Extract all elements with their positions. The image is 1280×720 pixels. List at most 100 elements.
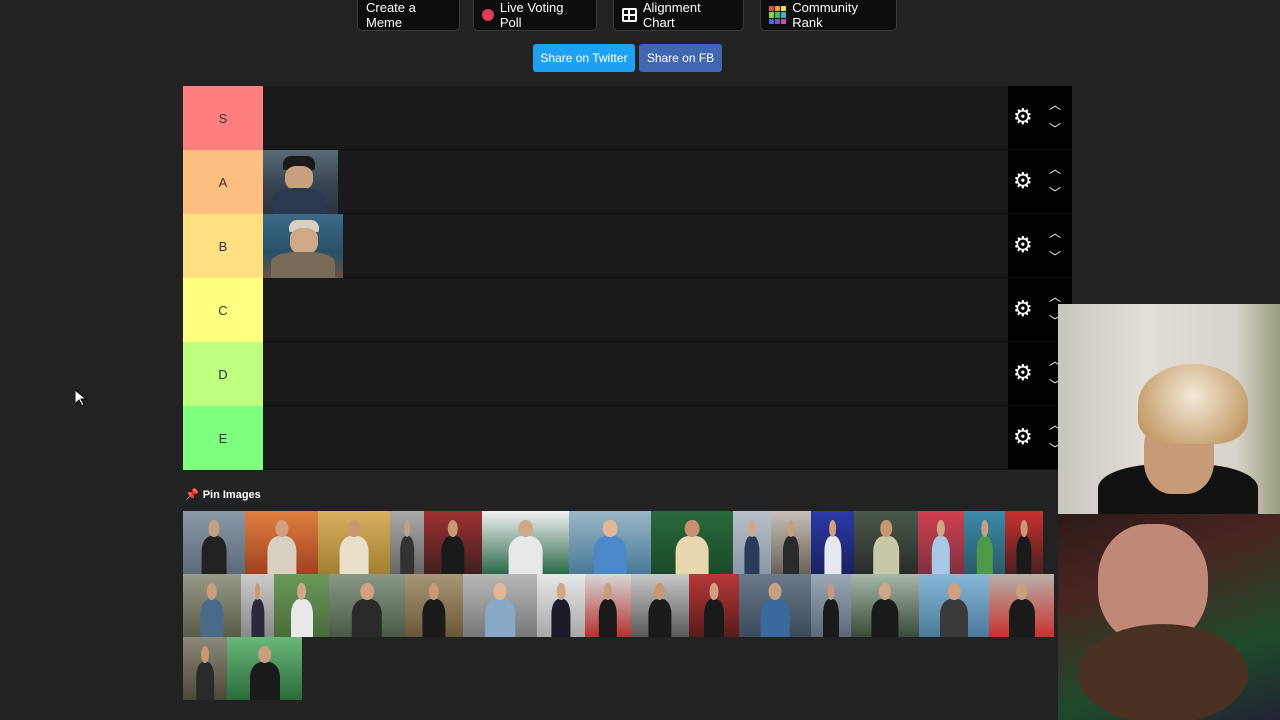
tier-label-b[interactable]: B [183, 214, 263, 278]
pool-image[interactable] [851, 574, 919, 637]
pool-image[interactable] [463, 574, 537, 637]
share-twitter-label: Share on Twitter [540, 51, 628, 65]
tier-row-a: A ⚙ ︿ ﹀ [183, 150, 1072, 214]
pool-image[interactable] [537, 574, 585, 637]
pool-image[interactable] [183, 511, 245, 574]
chevron-down-icon[interactable]: ﹀ [1046, 184, 1064, 201]
pool-image[interactable] [739, 574, 811, 637]
tier-label-text: B [218, 238, 228, 254]
face-shape [290, 228, 318, 254]
pool-image[interactable] [329, 574, 405, 637]
tier-row-e: E ⚙ ︿ ﹀ [183, 406, 1072, 470]
pin-images-label: Pin Images [202, 488, 261, 501]
tier-image[interactable] [263, 150, 338, 214]
tier-row-b: B ⚙ ︿ ﹀ [183, 214, 1072, 278]
body-shape [271, 252, 335, 278]
tier-image[interactable] [263, 214, 343, 278]
pool-image[interactable] [989, 574, 1054, 637]
tier-label-text: A [218, 174, 228, 190]
community-rank-button[interactable]: Community Rank [760, 0, 897, 31]
face-shape [285, 166, 313, 190]
red-dot-icon [482, 9, 494, 21]
share-twitter-button[interactable]: Share on Twitter [533, 44, 635, 72]
pool-image[interactable] [569, 511, 651, 574]
pool-image[interactable] [854, 511, 918, 574]
top-nav: Create a Meme Live Voting Poll Alignment… [0, 0, 1280, 31]
chevron-up-icon[interactable]: ︿ [1046, 224, 1064, 241]
tier-label-e[interactable]: E [183, 406, 263, 470]
person-hair [1078, 624, 1248, 720]
tier-row-s: S ⚙ ︿ ﹀ [183, 86, 1072, 150]
pool-image[interactable] [405, 574, 463, 637]
tier-items-c[interactable] [263, 278, 1008, 341]
pool-image[interactable] [183, 637, 227, 700]
gear-icon[interactable]: ⚙ [1013, 362, 1035, 384]
pool-image[interactable] [245, 511, 318, 574]
tier-list: S ⚙ ︿ ﹀ A ⚙ ︿ ﹀ B ⚙ ︿ ﹀ C ⚙ ︿ ﹀ D ⚙ ︿ ﹀ … [183, 86, 1072, 470]
gear-icon[interactable]: ⚙ [1013, 170, 1035, 192]
pool-image[interactable] [733, 511, 771, 574]
gear-icon[interactable]: ⚙ [1013, 426, 1035, 448]
pool-image[interactable] [964, 511, 1005, 574]
pool-image[interactable] [811, 511, 854, 574]
tier-controls-s: ⚙ ︿ ﹀ [1008, 86, 1072, 149]
tier-items-a[interactable] [263, 150, 1008, 214]
tier-label-text: E [218, 430, 228, 446]
pool-image[interactable] [318, 511, 390, 574]
pool-image[interactable] [918, 511, 964, 574]
grid-icon [622, 8, 637, 22]
gear-icon[interactable]: ⚙ [1013, 298, 1035, 320]
chevron-down-icon[interactable]: ﹀ [1046, 248, 1064, 265]
tier-label-s[interactable]: S [183, 86, 263, 150]
alignment-chart-button[interactable]: Alignment Chart [613, 0, 744, 31]
tier-label-text: D [218, 366, 228, 382]
image-pool [183, 511, 1063, 700]
pool-image[interactable] [771, 511, 811, 574]
pool-image[interactable] [241, 574, 274, 637]
alignment-chart-label: Alignment Chart [642, 0, 701, 30]
fur-hat [1138, 364, 1248, 444]
chevron-up-icon[interactable]: ︿ [1046, 288, 1064, 305]
tier-label-a[interactable]: A [183, 150, 263, 214]
create-meme-button[interactable]: Create a Meme [357, 0, 460, 31]
pool-image[interactable] [811, 574, 851, 637]
pool-image[interactable] [482, 511, 569, 574]
chevron-up-icon[interactable]: ︿ [1046, 96, 1064, 113]
gear-icon[interactable]: ⚙ [1013, 234, 1035, 256]
gear-icon[interactable]: ⚙ [1013, 106, 1035, 128]
tier-controls-a: ⚙ ︿ ﹀ [1008, 150, 1072, 213]
pool-image[interactable] [1005, 511, 1043, 574]
tier-label-d[interactable]: D [183, 342, 263, 406]
tier-items-e[interactable] [263, 406, 1008, 469]
tier-row-d: D ⚙ ︿ ﹀ [183, 342, 1072, 406]
webcam-overlay [1058, 304, 1280, 720]
tier-label-text: C [218, 302, 228, 318]
tier-items-s[interactable] [263, 86, 1008, 149]
pin-icon: 📌 [185, 489, 199, 501]
pool-image[interactable] [919, 574, 989, 637]
tier-items-d[interactable] [263, 342, 1008, 405]
pool-image[interactable] [631, 574, 689, 637]
pin-images-toggle[interactable]: 📌 Pin Images [185, 488, 261, 502]
pool-image[interactable] [585, 574, 631, 637]
tier-label-c[interactable]: C [183, 278, 263, 342]
pool-image[interactable] [183, 574, 241, 637]
pool-image[interactable] [274, 574, 329, 637]
live-voting-poll-button[interactable]: Live Voting Poll [473, 0, 597, 31]
pool-image[interactable] [689, 574, 739, 637]
pool-image[interactable] [390, 511, 424, 574]
tier-items-b[interactable] [263, 214, 1008, 278]
pool-image[interactable] [227, 637, 302, 700]
share-fb-button[interactable]: Share on FB [639, 44, 722, 72]
webcam-top-feed [1058, 304, 1280, 524]
pool-image[interactable] [651, 511, 733, 574]
create-meme-label: Create a Meme [366, 0, 416, 30]
live-voting-poll-label: Live Voting Poll [499, 0, 564, 30]
tier-row-c: C ⚙ ︿ ﹀ [183, 278, 1072, 342]
pool-row [183, 637, 1063, 700]
pool-row [183, 574, 1063, 637]
pool-image[interactable] [424, 511, 482, 574]
share-fb-label: Share on FB [646, 51, 715, 65]
chevron-down-icon[interactable]: ﹀ [1046, 120, 1064, 137]
chevron-up-icon[interactable]: ︿ [1046, 160, 1064, 177]
